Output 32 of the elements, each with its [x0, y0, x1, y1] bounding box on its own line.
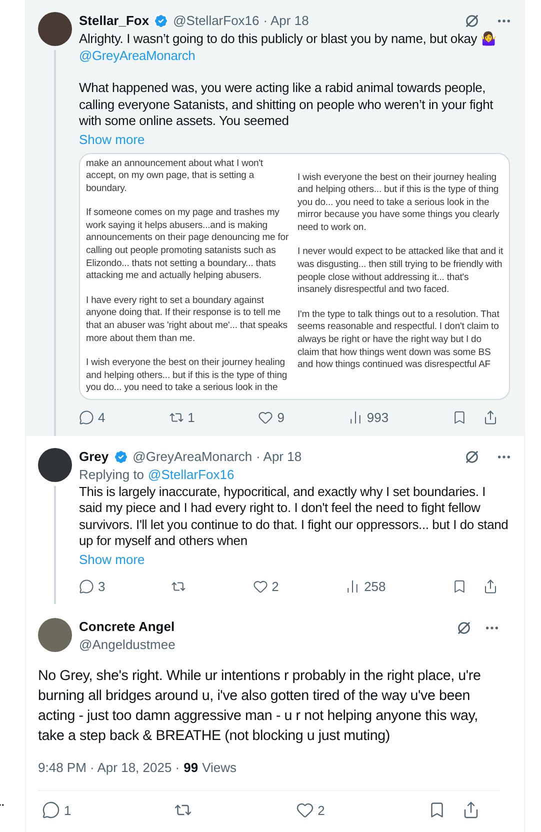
user-handle[interactable]: @GreyAreaMonarch: [132, 448, 252, 466]
screenshot-paragraph: make an announcement about what I won't accept, on my own page, that is setting a boundary.: [86, 158, 264, 196]
action-count: 9: [277, 409, 284, 427]
action-count: 2: [318, 802, 325, 820]
post-text: This is largely inaccurate, hypocritical, and exactly why I set boundaries. I said my piece and I had every right to. I don't feel the need to fight fellow survivors. I'll let you continue to do that. I fight our oppressors... but I do stand up for myself and others when: [79, 484, 510, 550]
screenshot-paragraph: I'm the type to talk things out to a resolution. That seems reasonable and respectful. I don't claim to always be right or have the right way but I do claim that how things went down was some BS and how things continued was disrespectful AF: [298, 308, 500, 372]
screenshot-paragraph: I wish everyone the best on their journey healing and helping others... but if this is the type of thing you do... you need to take a serious look in the mirror because you have some things you clearly need to work on.: [298, 172, 500, 234]
post-text: What happened was, you were acting like a rabid animal towards people, calling everyone Satanists, and shitting on people who weren’t in your fight with some online assets. You seemed: [79, 80, 494, 130]
post-text: No Grey, she's right. While ur intentions r probably in the right place, u're burning all bridges around u, i've also gotten tired of the way u've been acting - just too damn aggressive man - u r not helping anyone this way, take a step back & BREATHE (not blocking u just muting): [38, 667, 482, 746]
screenshot-paragraph: I never would expect to be attacked like that and it was disgusting... then still trying to be friendly with people close without addressing it... that's insanely disrespectful and two faced.: [298, 246, 503, 297]
action-count: 993: [366, 409, 389, 427]
views-label: Views: [202, 759, 237, 777]
display-name[interactable]: Grey: [79, 448, 109, 466]
action-count: 3: [98, 578, 106, 596]
display-name[interactable]: Stellar_Fox: [79, 12, 150, 30]
post-timestamp[interactable]: 9:48 PM · Apr 18, 2025 ·: [38, 758, 180, 778]
user-handle[interactable]: @Angeldustmee: [79, 636, 449, 654]
action-count: 1: [188, 409, 195, 427]
screenshot-paragraph: I wish everyone the best on their journey healing and helping others... but if this is the type of thing you do... you need to take a serious look in the: [86, 357, 288, 395]
action-count: 1: [64, 802, 72, 820]
screenshot-paragraph: I have every right to set a boundary against anyone doing that. If their response is to tell me that an abuser was 'right about me'... that speaks more about them than me.: [86, 294, 288, 346]
post-text: Alrighty. I wasn’t going to do this publicly or blast you by name, but okay 🤷‍♀ @GreyAreaMonarch: [79, 31, 498, 64]
post-time[interactable]: · Apr 18: [256, 448, 302, 466]
screenshot-paragraph: If someone comes on my page and trashes my work saying it helps abusers...and is making announcements on their page denouncing me for calling out people promoting satanists such as Elizondo... thats not setting a boundary... thats attacking me and actually helping abusers.: [86, 207, 290, 283]
display-name[interactable]: Concrete Angel: [79, 618, 449, 636]
action-count: 2: [272, 578, 279, 596]
replying-label: Replying to: [79, 466, 144, 482]
action-count: 258: [364, 578, 386, 596]
action-count: 4: [98, 409, 106, 427]
post-time[interactable]: · Apr 18: [263, 12, 309, 30]
user-handle[interactable]: @StellarFox16: [173, 12, 260, 30]
views-count: 99: [184, 759, 198, 777]
